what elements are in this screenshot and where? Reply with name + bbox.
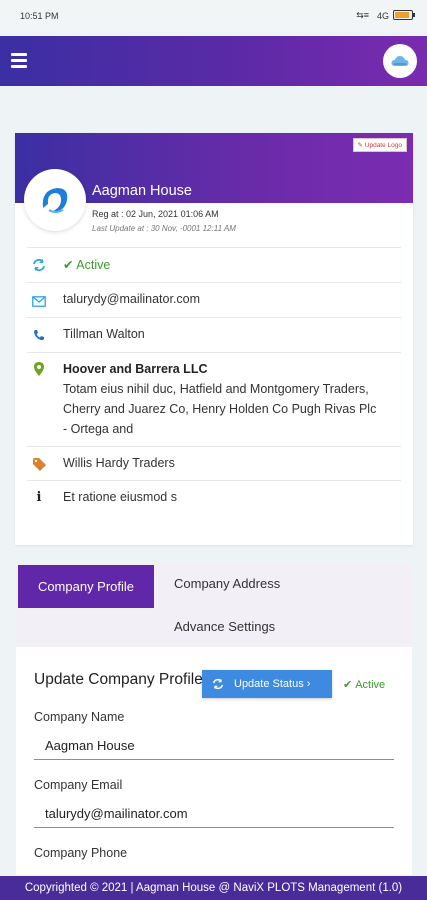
- phone-row: Tillman Walton: [27, 317, 401, 352]
- address-title: Hoover and Barrera LLC: [63, 362, 208, 376]
- company-name: Aagman House: [92, 183, 192, 199]
- update-logo-button[interactable]: ✎ Update Logo: [352, 138, 407, 152]
- check-circle-icon: ✔: [63, 258, 74, 272]
- status-bar: 10:51 PM ⇆≡ 4G: [0, 0, 427, 32]
- update-profile-form: Update Company Profile Update Status › ✔…: [16, 647, 412, 875]
- company-card: ✎ Update Logo Aagman House Reg at : 02 J…: [15, 133, 413, 545]
- tab-company-profile[interactable]: Company Profile: [18, 565, 154, 608]
- company-name-label: Company Name: [34, 710, 125, 724]
- battery-level: [395, 12, 409, 18]
- profile-avatar-button[interactable]: [383, 44, 417, 78]
- email-row: talurydy@mailinator.com: [27, 282, 401, 317]
- registered-at: Reg at : 02 Jun, 2021 01:06 AM: [92, 209, 219, 219]
- company-phone: Tillman Walton: [63, 327, 145, 341]
- tag-icon: [32, 457, 46, 471]
- footer: Copyrighted © 2021 | Aagman House @ Navi…: [0, 876, 427, 900]
- status-text: Active: [76, 258, 111, 272]
- profile-tabs: Company Profile Company Address Advance …: [16, 563, 412, 647]
- company-info: Et ratione eiusmod s: [63, 490, 177, 504]
- company-email-label: Company Email: [34, 778, 123, 792]
- company-email: talurydy@mailinator.com: [63, 292, 201, 306]
- tab-advance-settings[interactable]: Advance Settings: [174, 619, 275, 634]
- company-tag: Willis Hardy Traders: [63, 456, 175, 470]
- company-email-input[interactable]: [34, 800, 394, 828]
- tab-company-address[interactable]: Company Address: [174, 576, 280, 591]
- clock: 10:51 PM: [20, 11, 59, 21]
- company-phone-label: Company Phone: [34, 846, 128, 860]
- address-line: Cherry and Juarez Co, Henry Holden Co Pu…: [63, 402, 377, 416]
- address-row: Hoover and Barrera LLC Totam eius nihil …: [27, 352, 401, 446]
- info-icon: i: [36, 489, 42, 505]
- status-badge-text: Active: [355, 678, 386, 691]
- status-row: ✔ Active: [27, 247, 401, 282]
- update-status-label: Update Status ›: [234, 678, 311, 690]
- app-bar: [0, 36, 427, 86]
- swirl-logo-icon: [42, 188, 68, 213]
- tag-row: Willis Hardy Traders: [27, 446, 401, 480]
- address-line: - Ortega and: [63, 422, 134, 436]
- hamburger-icon[interactable]: [11, 53, 27, 68]
- network-type: 4G: [376, 11, 389, 21]
- cloud-icon: [391, 56, 409, 66]
- refresh-icon: [202, 678, 234, 690]
- sync-icon: [32, 258, 46, 272]
- signal-icon: ⇆≡: [356, 10, 369, 20]
- last-updated-at: Last Update at : 30 Nov, -0001 12:11 AM: [92, 224, 236, 233]
- status-badge: ✔ Active: [343, 678, 386, 692]
- company-logo: [24, 169, 86, 231]
- map-pin-icon: [32, 362, 46, 376]
- check-circle-icon: ✔: [343, 679, 353, 691]
- update-status-button[interactable]: Update Status ›: [202, 670, 332, 698]
- update-logo-label: Update Logo: [364, 142, 402, 149]
- info-row: i Et ratione eiusmod s: [27, 480, 401, 514]
- battery-icon: [393, 10, 415, 20]
- envelope-icon: [32, 294, 46, 308]
- form-title: Update Company Profile: [34, 671, 203, 688]
- company-name-input[interactable]: [34, 732, 394, 760]
- phone-icon: [32, 328, 46, 342]
- address-line: Totam eius nihil duc, Hatfield and Montg…: [63, 382, 369, 396]
